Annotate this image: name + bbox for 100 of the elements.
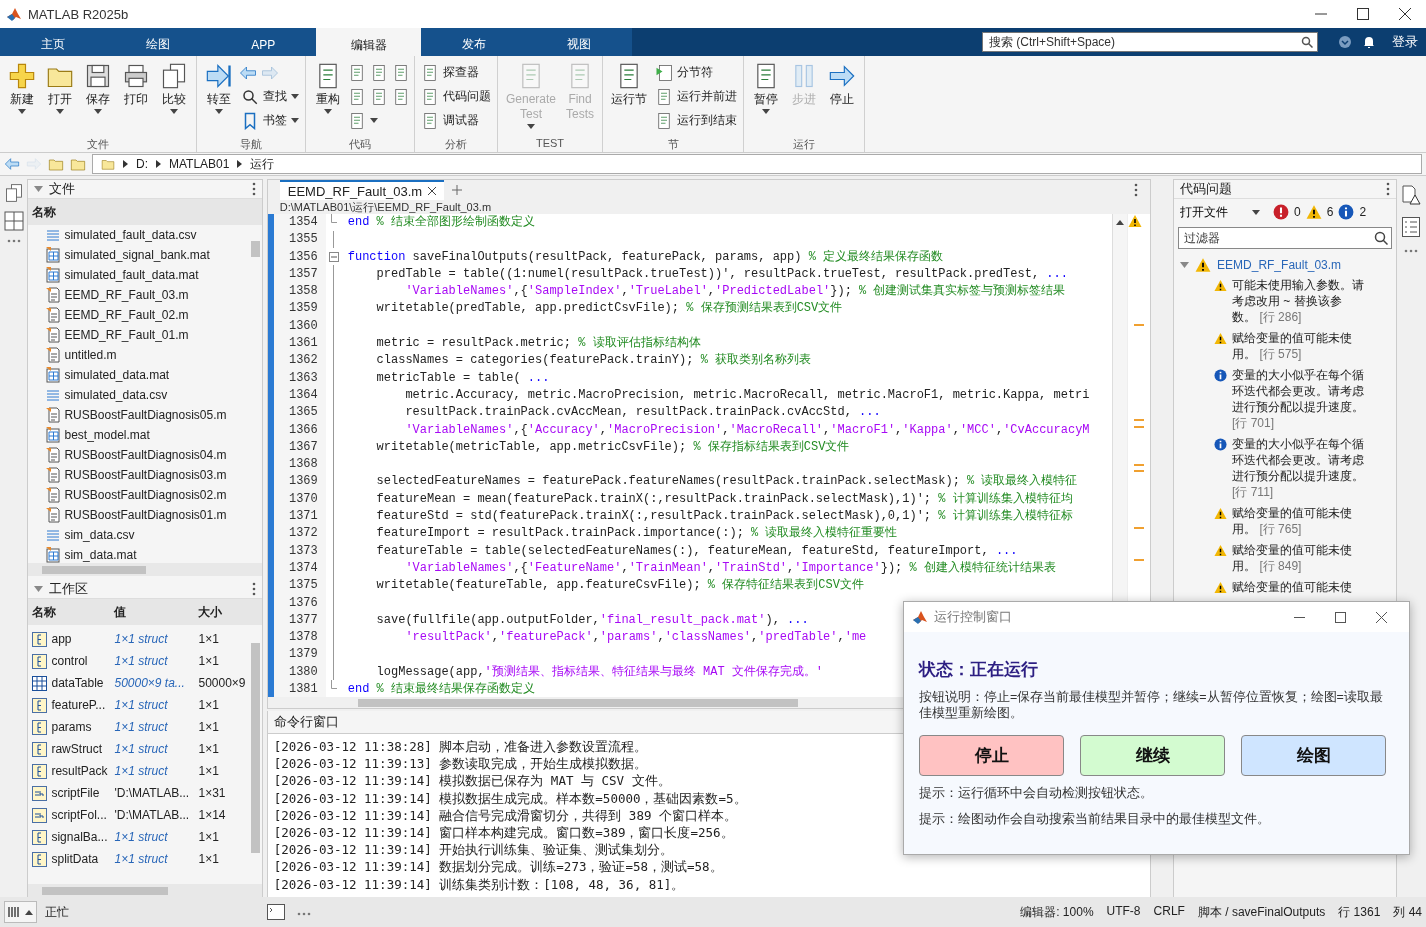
toolbar-button[interactable]: 重构: [310, 60, 346, 137]
ribbon-tab[interactable]: 编辑器: [316, 28, 422, 56]
address-bar[interactable]: D: MATLAB01 运行: [92, 154, 1422, 174]
maximize-icon[interactable]: [1335, 611, 1346, 623]
column-header[interactable]: 值: [110, 603, 195, 621]
path-crumb[interactable]: 运行: [250, 155, 275, 173]
file-name[interactable]: EEMD_RF_Fault_02.m: [64, 308, 189, 322]
action-button[interactable]: 继续: [1080, 735, 1225, 776]
ribbon-tab[interactable]: 主页: [0, 28, 106, 56]
fold-icon[interactable]: [328, 251, 339, 262]
more-icon[interactable]: [1404, 249, 1419, 253]
toolbar-button[interactable]: 分节符: [653, 62, 740, 83]
document-warning-icon[interactable]: [1401, 185, 1422, 205]
file-name[interactable]: simulated_fault_data.csv: [64, 228, 197, 242]
variable-name[interactable]: control: [51, 654, 88, 668]
toolbar-button[interactable]: 探查器: [419, 62, 493, 83]
toolbar-button[interactable]: 比较: [156, 60, 192, 137]
layout-button[interactable]: [4, 901, 37, 923]
variable-name[interactable]: app: [51, 632, 72, 646]
scrollbar-thumb[interactable]: [250, 643, 260, 853]
toolbar-button[interactable]: 打印: [118, 60, 154, 137]
terminal-icon[interactable]: [267, 904, 285, 920]
close-icon[interactable]: [1399, 8, 1411, 20]
search-field[interactable]: 搜索 (Ctrl+Shift+Space): [982, 32, 1318, 52]
file-link[interactable]: EEMD_RF_Fault_03.m: [1217, 258, 1342, 272]
toolbar-button[interactable]: 查找: [239, 86, 301, 107]
file-name[interactable]: RUSBoostFaultDiagnosis03.m: [64, 468, 227, 482]
search-field[interactable]: 搜索 (Ctrl+Shift+Space): [987, 34, 1301, 50]
editor-tab[interactable]: EEMD_RF_Fault_03.m: [279, 179, 445, 201]
scrollbar-thumb[interactable]: [42, 566, 147, 574]
variable-name[interactable]: params: [51, 720, 92, 734]
toolbar-button[interactable]: 打开: [42, 60, 78, 137]
issue-marker[interactable]: [1134, 470, 1145, 472]
toolbar-button[interactable]: 书签: [239, 110, 301, 131]
issue-marker[interactable]: [1134, 426, 1145, 428]
file-name[interactable]: EEMD_RF_Fault_01.m: [64, 328, 189, 342]
issue-message[interactable]: 赋给变量的值可能未使用。 [行 575]: [1232, 330, 1366, 362]
column-header[interactable]: 名称: [28, 203, 57, 221]
ribbon-tab[interactable]: 视图: [526, 28, 632, 56]
issue-message[interactable]: 赋给变量的值可能未使: [1232, 579, 1353, 595]
filter-field[interactable]: 过滤器: [1182, 230, 1374, 246]
file-name[interactable]: RUSBoostFaultDiagnosis05.m: [64, 408, 227, 422]
file-name[interactable]: simulated_signal_bank.mat: [64, 248, 210, 262]
ribbon-tab[interactable]: 绘图: [105, 28, 211, 56]
scope-dropdown[interactable]: 打开文件: [1180, 203, 1261, 221]
list-icon[interactable]: [1402, 217, 1421, 237]
column-header[interactable]: 大小: [194, 603, 251, 621]
toolbar-button[interactable]: 调试器: [419, 110, 493, 131]
file-name[interactable]: sim_data.csv: [64, 528, 135, 542]
scrollbar-thumb[interactable]: [357, 699, 798, 707]
toolbar-button[interactable]: 暂停: [748, 60, 785, 137]
file-name[interactable]: best_model.mat: [64, 428, 150, 442]
variable-name[interactable]: dataTable: [51, 676, 104, 690]
scrollbar-thumb[interactable]: [42, 887, 169, 895]
file-name[interactable]: simulated_fault_data.mat: [64, 268, 199, 282]
file-name[interactable]: sim_data.mat: [64, 548, 137, 562]
variable-name[interactable]: signalBa...: [51, 830, 108, 844]
collapse-icon[interactable]: [34, 586, 44, 592]
issue-message[interactable]: 赋给变量的值可能未使用。 [行 765]: [1232, 505, 1366, 537]
ribbon-tab[interactable]: 发布: [421, 28, 527, 56]
issue-marker[interactable]: [1134, 559, 1145, 561]
issue-marker[interactable]: [1134, 527, 1145, 529]
scroll-up-icon[interactable]: [1116, 220, 1125, 225]
file-name[interactable]: EEMD_RF_Fault_03.m: [64, 288, 189, 302]
grid-icon[interactable]: [3, 211, 24, 231]
issue-marker[interactable]: [1134, 419, 1145, 421]
more-icon[interactable]: [251, 582, 256, 596]
more-icon[interactable]: [1385, 182, 1390, 196]
issue-message[interactable]: 变量的大小似乎在每个循环迭代都会更改。请考虑进行预分配以提升速度。 [行 711]: [1232, 436, 1366, 500]
action-button[interactable]: 绘图: [1241, 735, 1386, 776]
variable-name[interactable]: splitData: [51, 852, 99, 866]
close-icon[interactable]: [1376, 611, 1387, 623]
add-icon[interactable]: [452, 185, 463, 195]
issue-message[interactable]: 可能未使用输入参数。请考虑改用 ~ 替换该参数。 [行 286]: [1232, 277, 1366, 325]
file-name[interactable]: RUSBoostFaultDiagnosis01.m: [64, 508, 227, 522]
toolbar-button[interactable]: 运行并前进: [653, 86, 740, 107]
issue-marker[interactable]: [1134, 464, 1145, 466]
more-icon[interactable]: [6, 239, 21, 243]
close-icon[interactable]: [428, 187, 437, 195]
more-icon[interactable]: [1134, 183, 1139, 197]
action-button[interactable]: 停止: [919, 735, 1064, 776]
variable-name[interactable]: resultPack: [51, 764, 108, 778]
variable-name[interactable]: scriptFol...: [51, 808, 107, 822]
column-header[interactable]: 名称: [28, 603, 111, 621]
file-name[interactable]: simulated_data.csv: [64, 388, 168, 402]
file-name[interactable]: RUSBoostFaultDiagnosis04.m: [64, 448, 227, 462]
path-crumb[interactable]: D:: [136, 157, 148, 171]
variable-name[interactable]: scriptFile: [51, 786, 100, 800]
more-icon[interactable]: [297, 912, 311, 916]
collapse-icon[interactable]: [34, 186, 44, 192]
toolbar-button[interactable]: 新建: [4, 60, 40, 137]
toolbar-button[interactable]: 转至: [201, 60, 237, 137]
scrollbar-thumb[interactable]: [250, 241, 260, 257]
filter-field[interactable]: 过滤器: [1178, 227, 1392, 249]
variable-name[interactable]: rawStruct: [51, 742, 103, 756]
toolbar-button[interactable]: 停止: [824, 60, 861, 137]
ribbon-tab[interactable]: APP: [210, 28, 316, 56]
toolbar-button[interactable]: 运行到结束: [653, 110, 740, 131]
issue-marker[interactable]: [1134, 324, 1145, 326]
file-name[interactable]: RUSBoostFaultDiagnosis02.m: [64, 488, 227, 502]
